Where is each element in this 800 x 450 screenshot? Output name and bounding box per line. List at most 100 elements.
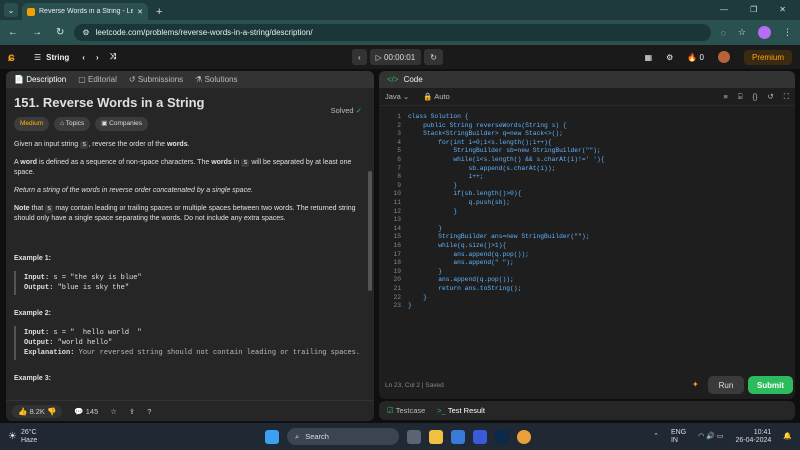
settings-icon[interactable]: ⚙	[666, 53, 673, 62]
timer[interactable]: ▷ 00:00:01	[369, 49, 422, 65]
like-button[interactable]: 👍 8.2K 👎	[12, 404, 63, 418]
code-line[interactable]: Stack<StringBuilder> q=new Stack<>();	[408, 130, 563, 137]
code-editor[interactable]: 1 class Solution {2 public String reverse…	[379, 109, 795, 349]
topics-button[interactable]: ⌂ Topics	[54, 117, 91, 131]
code-line[interactable]: }	[408, 294, 427, 301]
collapse-timer-button[interactable]: ‹	[352, 49, 367, 65]
weather-widget[interactable]: ☀ 26°C Haze	[8, 429, 37, 445]
companies-button[interactable]: ▣ Companies	[95, 117, 149, 131]
tab-submissions[interactable]: ↺ Submissions	[129, 75, 183, 84]
comments-button[interactable]: 💬 145	[74, 407, 98, 416]
bookmark-star-icon[interactable]: ☆	[738, 27, 746, 38]
bookmark-icon[interactable]: ⌸	[738, 92, 743, 102]
format-icon[interactable]: ≡	[724, 92, 728, 102]
maximize-icon[interactable]: ❐	[750, 5, 757, 14]
tab-test-result[interactable]: >_ Test Result	[437, 406, 485, 415]
forward-icon[interactable]: →	[32, 27, 42, 38]
share-icon[interactable]: ⇪	[129, 407, 135, 416]
windows-start-icon[interactable]	[265, 429, 279, 444]
problem-list-nav[interactable]: ☰ String ‹ › ⤨	[34, 52, 116, 62]
code-line[interactable]: while(q.size()>1){	[408, 242, 506, 249]
code-line[interactable]: ans.append(q.pop());	[408, 251, 529, 258]
submit-button[interactable]: Submit	[748, 376, 793, 394]
code-line[interactable]: if(sb.length()>0){	[408, 190, 521, 197]
code-line[interactable]: }	[408, 268, 442, 275]
task-view-icon[interactable]	[407, 429, 421, 444]
layout-icon[interactable]: ▦	[645, 53, 653, 62]
code-line[interactable]: sb.append(s.charAt(i));	[408, 165, 555, 172]
back-icon[interactable]: ←	[8, 27, 18, 38]
wifi-icon[interactable]: ◠ 🔊 ▭	[698, 433, 723, 441]
close-window-icon[interactable]: ✕	[779, 5, 786, 14]
taskbar-search[interactable]: ⌕ Search	[287, 428, 399, 445]
description-scrollbar[interactable]	[368, 171, 372, 291]
help-icon[interactable]: ?	[147, 407, 151, 416]
notification-icon[interactable]: 🔔	[783, 433, 792, 441]
profile-avatar[interactable]	[758, 26, 771, 39]
code-line[interactable]: }	[408, 302, 412, 309]
site-info-icon[interactable]: ⚙	[82, 28, 89, 37]
tray-chevron-icon[interactable]: ⌃	[653, 433, 659, 441]
fullscreen-icon[interactable]: ⛶	[784, 92, 789, 102]
braces-icon[interactable]: {}	[752, 92, 757, 102]
browser-tab-active[interactable]: Reverse Words in a String - Lee ✕	[22, 3, 148, 20]
code-line[interactable]: }	[408, 225, 442, 232]
reset-icon[interactable]: ↺	[767, 92, 773, 102]
solved-status: Solved ✓	[331, 106, 362, 116]
language-indicator[interactable]: ENG IN	[671, 429, 686, 445]
code-line[interactable]: return ans.toString();	[408, 285, 521, 292]
chrome-icon[interactable]	[517, 429, 531, 444]
text: A	[14, 159, 19, 166]
difficulty-badge[interactable]: Medium	[14, 117, 50, 131]
problem-title[interactable]: 151. Reverse Words in a String	[14, 96, 366, 109]
file-explorer-icon[interactable]	[429, 429, 443, 444]
code-line[interactable]: class Solution {	[408, 113, 468, 120]
code-line[interactable]: for(int i=0;i<s.length();i++){	[408, 139, 551, 146]
code-line[interactable]: while(i<s.length() && s.charAt(i)!=' '){	[408, 156, 604, 163]
tab-testcase[interactable]: ☑ Testcase	[387, 406, 425, 415]
thumb-down-icon[interactable]: 👎	[47, 407, 56, 416]
reset-timer-button[interactable]: ↻	[424, 49, 443, 65]
code-line[interactable]: q.push(sb);	[408, 199, 510, 206]
store-icon[interactable]	[451, 429, 465, 444]
url-field[interactable]: ⚙ leetcode.com/problems/reverse-words-in…	[74, 24, 711, 41]
next-problem-icon[interactable]: ›	[96, 53, 99, 62]
user-avatar[interactable]	[717, 51, 730, 63]
code-line[interactable]: StringBuilder ans=new StringBuilder("");	[408, 233, 589, 240]
tab-editorial[interactable]: ▢ Editorial	[78, 75, 117, 84]
topics-label: Topics	[65, 120, 85, 127]
browser-menu-icon[interactable]: ⋮	[783, 27, 792, 38]
leetcode-logo-icon[interactable]: ɕ	[8, 50, 22, 64]
code-line[interactable]: }	[408, 208, 457, 215]
run-button[interactable]: Run	[708, 376, 744, 394]
tab-description[interactable]: 📄 Description	[14, 75, 66, 84]
shuffle-icon[interactable]: ⤨	[110, 52, 116, 62]
premium-button[interactable]: Premium	[743, 49, 792, 65]
minimize-icon[interactable]: —	[720, 5, 728, 14]
debug-icon[interactable]: ✦	[692, 380, 699, 389]
streak-badge[interactable]: 🔥 0	[687, 53, 704, 62]
code-line[interactable]: i++;	[408, 173, 483, 180]
tab-actions-button[interactable]: ⌄	[4, 3, 18, 17]
new-tab-button[interactable]: +	[156, 6, 162, 18]
problem-list-label[interactable]: String	[46, 53, 69, 62]
code-line[interactable]: public String reverseWords(String s) {	[408, 122, 567, 129]
code-icon: </>	[387, 75, 399, 84]
code-line[interactable]: ans.append(" ");	[408, 259, 513, 266]
language-select[interactable]: Java ⌄	[385, 92, 409, 101]
url-text[interactable]: leetcode.com/problems/reverse-words-in-a…	[96, 28, 313, 37]
close-tab-icon[interactable]: ✕	[137, 8, 143, 16]
prev-problem-icon[interactable]: ‹	[82, 53, 85, 62]
autocomplete-toggle[interactable]: 🔒 Auto	[423, 92, 449, 101]
eye-off-icon[interactable]: ◌	[721, 28, 726, 38]
tab-solutions[interactable]: ⚗ Solutions	[195, 75, 237, 84]
photoshop-icon[interactable]	[495, 429, 509, 444]
code-line[interactable]: StringBuilder sb=new StringBuilder("");	[408, 147, 600, 154]
mail-icon[interactable]	[473, 429, 487, 444]
text: Given an input string	[14, 141, 79, 148]
clock[interactable]: 10:41 26-04-2024	[735, 429, 771, 445]
star-icon[interactable]: ☆	[110, 407, 117, 416]
reload-icon[interactable]: ↻	[56, 27, 64, 38]
code-line[interactable]: ans.append(q.pop());	[408, 276, 514, 283]
code-line[interactable]: }	[408, 182, 457, 189]
